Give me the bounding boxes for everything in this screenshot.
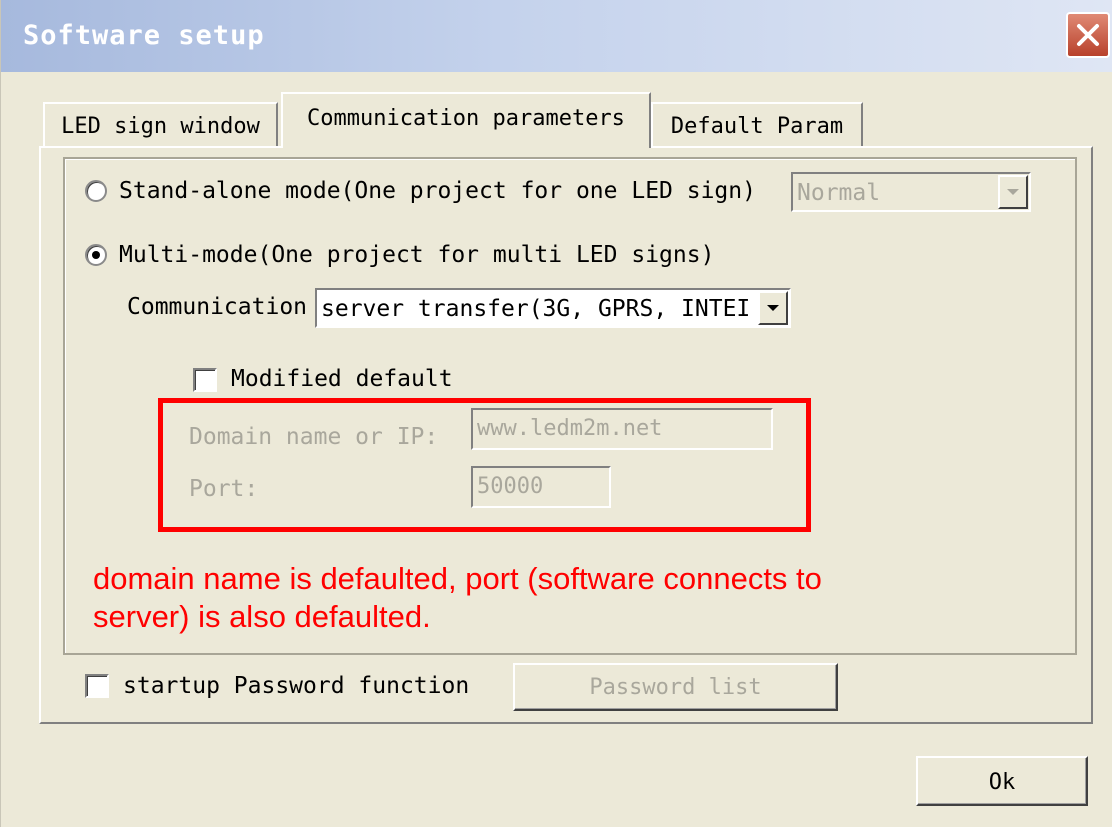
tab-default-param[interactable]: Default Param — [651, 102, 863, 146]
standalone-mode-select-value: Normal — [797, 180, 881, 206]
dropdown-button[interactable] — [758, 291, 788, 325]
title-bar[interactable]: Software setup — [1, 0, 1112, 72]
standalone-mode-label: Stand-alone mode(One project for one LED… — [119, 178, 756, 204]
startup-password-label: startup Password function — [123, 673, 470, 699]
modified-default-checkbox[interactable] — [193, 368, 217, 392]
software-setup-dialog: Software setup LED sign window Communica… — [0, 0, 1112, 827]
close-button[interactable] — [1066, 12, 1110, 58]
modified-default-label: Modified default — [231, 366, 453, 392]
password-list-button[interactable]: Password list — [513, 663, 838, 711]
annotation-text: domain name is defaulted, port (software… — [93, 561, 822, 634]
close-icon — [1077, 24, 1099, 46]
communication-label: Communication — [127, 294, 308, 320]
tab-led-sign-window[interactable]: LED sign window — [43, 102, 278, 146]
chevron-down-icon — [1007, 189, 1019, 195]
standalone-mode-select[interactable]: Normal — [791, 172, 1031, 212]
highlight-rectangle — [158, 398, 811, 532]
window-title: Software setup — [23, 20, 265, 51]
multi-mode-label: Multi-mode(One project for multi LED sig… — [119, 242, 715, 268]
communication-select[interactable]: server transfer(3G, GPRS, INTEI — [315, 288, 791, 328]
dropdown-button[interactable] — [998, 175, 1028, 209]
startup-password-checkbox[interactable] — [85, 674, 109, 698]
radio-selected-dot — [92, 251, 100, 259]
communication-select-value: server transfer(3G, GPRS, INTEI — [321, 296, 751, 322]
tab-communication-parameters[interactable]: Communication parameters — [281, 92, 651, 148]
multi-mode-radio[interactable] — [85, 244, 107, 266]
chevron-down-icon — [767, 305, 779, 311]
ok-button[interactable]: Ok — [916, 756, 1088, 806]
standalone-mode-radio[interactable] — [85, 180, 107, 202]
